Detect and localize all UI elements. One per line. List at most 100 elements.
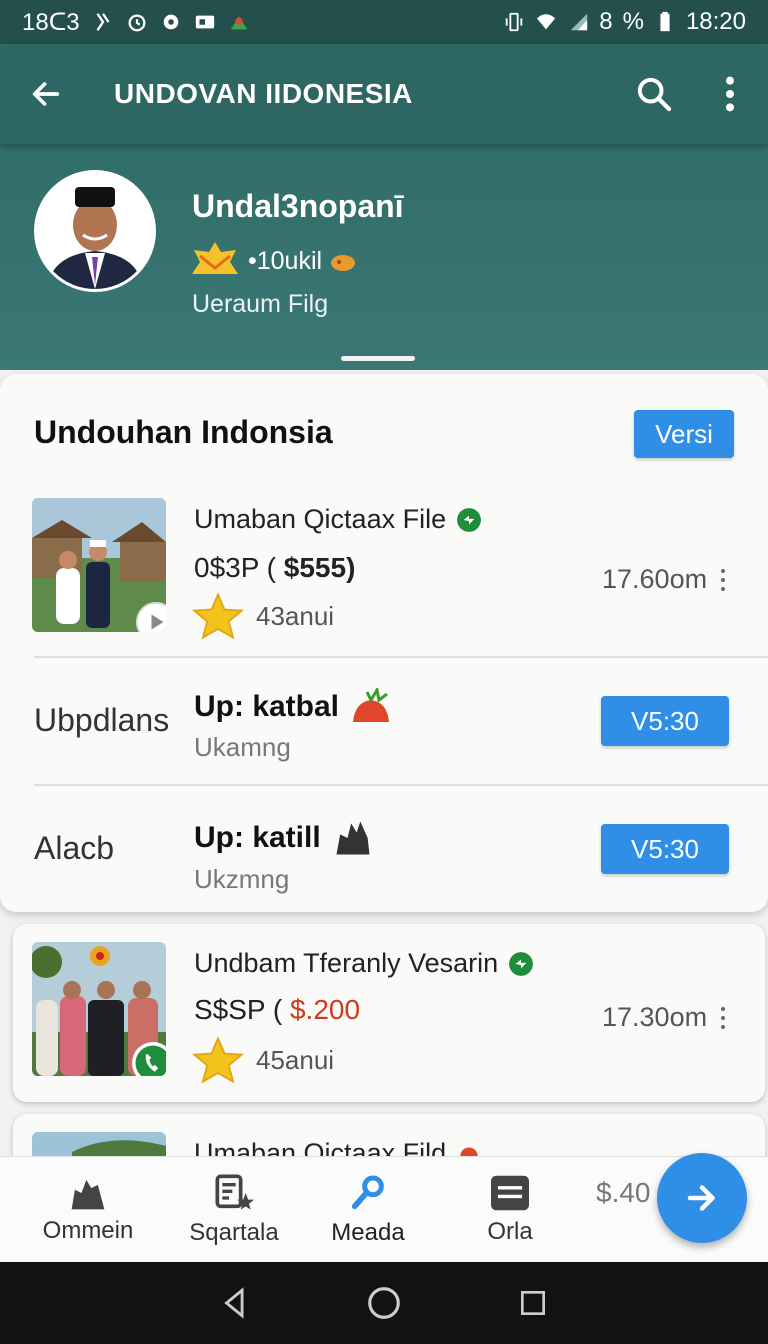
featured-item-rating: 43anui — [192, 592, 334, 640]
person-portrait-icon — [37, 173, 153, 289]
list-item-card[interactable]: Undbam Tferanly Vesarin S$SP ( $.200 45a… — [13, 924, 765, 1102]
item-menu-icon[interactable] — [721, 1006, 726, 1029]
next-fab-button[interactable] — [657, 1153, 747, 1243]
avatar[interactable] — [34, 170, 156, 292]
profile-meta: •10ukil — [248, 246, 323, 275]
status-time-left: 18ᑕ3 — [22, 8, 80, 36]
featured-item-size: 17.60om — [602, 564, 708, 594]
featured-item-title-row[interactable]: Umaban Qictaax File — [194, 504, 482, 535]
nav-label: Sqartala — [189, 1219, 279, 1246]
update-row-left-label: Ubpdlans — [34, 702, 170, 738]
system-back-button[interactable] — [205, 1273, 265, 1333]
update-row-left-label: Alacb — [34, 830, 115, 866]
signal-text: 8 — [599, 8, 613, 35]
drag-handle[interactable] — [341, 356, 415, 361]
second-item-thumbnail[interactable] — [32, 942, 166, 1076]
arrow-left-icon — [32, 82, 60, 106]
envelope-badge-icon — [192, 242, 238, 274]
vibration-mode-icon — [505, 12, 523, 32]
nav-item-home[interactable]: Ommein — [38, 1157, 138, 1263]
downloads-sheet: Undouhan Indonsia Versi Umaban Qictaax F… — [0, 374, 768, 912]
profile-header: Undal3nopanī •10ukil Ueraum Filg — [0, 144, 768, 370]
featured-item-size-row: 17.60om — [602, 564, 726, 595]
profile-name: Undal3nopanī — [192, 188, 404, 224]
more-vertical-icon — [726, 76, 734, 112]
system-navigation-bar — [0, 1262, 768, 1344]
divider — [34, 784, 768, 786]
overflow-menu-button[interactable] — [692, 44, 768, 144]
featured-item-title: Umaban Qictaax File — [194, 504, 447, 534]
second-item-size-row: 17.30om — [602, 1002, 726, 1033]
star-icon — [192, 1036, 244, 1084]
update-version-button[interactable]: V5:30 — [601, 696, 729, 746]
vibrate-icon — [96, 13, 110, 31]
hand-wave-icon — [336, 821, 370, 855]
play-badge[interactable] — [136, 602, 166, 632]
item-menu-icon[interactable] — [721, 568, 726, 591]
second-item-rating: 45anui — [192, 1036, 334, 1084]
triangle-back-icon — [223, 1287, 244, 1319]
nav-item-documents[interactable]: Sqartala — [184, 1157, 284, 1263]
update-row-subtitle: Ukamng — [194, 732, 291, 762]
featured-rating-text: 43anui — [256, 600, 335, 631]
app-notification-icon — [230, 16, 247, 30]
call-badge[interactable] — [132, 1042, 166, 1076]
arrow-right-icon — [687, 1185, 715, 1211]
system-home-button[interactable] — [354, 1273, 414, 1333]
back-button[interactable] — [0, 44, 92, 144]
status-clock: 18:20 — [685, 8, 746, 35]
food-emoji-icon — [331, 255, 356, 271]
verified-badge-icon — [509, 951, 534, 976]
document-star-icon — [215, 1174, 254, 1210]
nav-item-orders[interactable]: Orla — [460, 1157, 560, 1263]
featured-price-value: $555) — [283, 552, 356, 583]
featured-item-thumbnail[interactable] — [32, 498, 166, 632]
featured-price-prefix: 0$3P ( — [194, 552, 276, 583]
nav-item-media[interactable]: Meada — [318, 1157, 418, 1263]
bottom-navigation: Ommein Sqartala Meada Orla $.40 — [0, 1156, 768, 1262]
versi-button[interactable]: Versi — [634, 410, 734, 458]
fruit-emoji-icon — [353, 688, 390, 722]
update-row-title-row[interactable]: Up: katbal — [194, 688, 393, 726]
update-row-title: Up: katill — [194, 821, 321, 854]
status-bar: 18ᑕ3 8% 18:20 — [0, 0, 768, 44]
play-icon — [151, 614, 164, 630]
nav-label: Orla — [487, 1218, 533, 1245]
section-title: Undouhan Indonsia — [34, 414, 333, 450]
app-bar: UNDOVAN IIDONESIA — [0, 44, 768, 144]
nav-label: Meada — [331, 1219, 405, 1246]
featured-item-price: 0$3P ( $555) — [194, 552, 355, 584]
nav-label: Ommein — [42, 1217, 134, 1244]
system-recents-button[interactable] — [503, 1273, 563, 1333]
search-button[interactable] — [616, 44, 692, 144]
home-icon — [71, 1179, 105, 1210]
divider — [34, 656, 768, 658]
circle-home-icon — [368, 1287, 400, 1319]
key-icon — [351, 1175, 384, 1210]
update-row-title: Up: katbal — [194, 690, 340, 723]
update-row-title-row[interactable]: Up: katill — [194, 816, 375, 860]
battery-icon — [660, 11, 670, 32]
second-item-price: S$SP ( $.200 — [194, 994, 360, 1026]
alarm-icon — [128, 14, 146, 32]
battery-percent: % — [622, 8, 644, 35]
profile-subtitle: Ueraum Filg — [192, 290, 329, 318]
second-price-prefix: S$SP ( — [194, 994, 283, 1025]
verified-badge-icon — [457, 507, 482, 532]
update-version-button[interactable]: V5:30 — [601, 824, 729, 874]
second-price-value: $.200 — [289, 994, 361, 1025]
second-item-title: Undbam Tferanly Vesarin — [194, 948, 499, 978]
square-recents-icon — [521, 1291, 546, 1315]
phone-icon — [135, 1045, 166, 1076]
signal-icon — [570, 13, 588, 31]
second-item-title-row[interactable]: Undbam Tferanly Vesarin — [194, 948, 534, 979]
menu-card-icon — [491, 1175, 529, 1211]
star-icon — [192, 592, 244, 640]
settings-gear-icon — [163, 14, 178, 30]
wifi-icon — [537, 14, 556, 30]
second-item-size: 17.30om — [602, 1002, 708, 1032]
app-bar-title: UNDOVAN IIDONESIA — [114, 78, 413, 109]
second-rating-text: 45anui — [256, 1044, 335, 1075]
update-row-subtitle: Ukzmng — [194, 864, 290, 894]
search-icon — [637, 77, 672, 112]
